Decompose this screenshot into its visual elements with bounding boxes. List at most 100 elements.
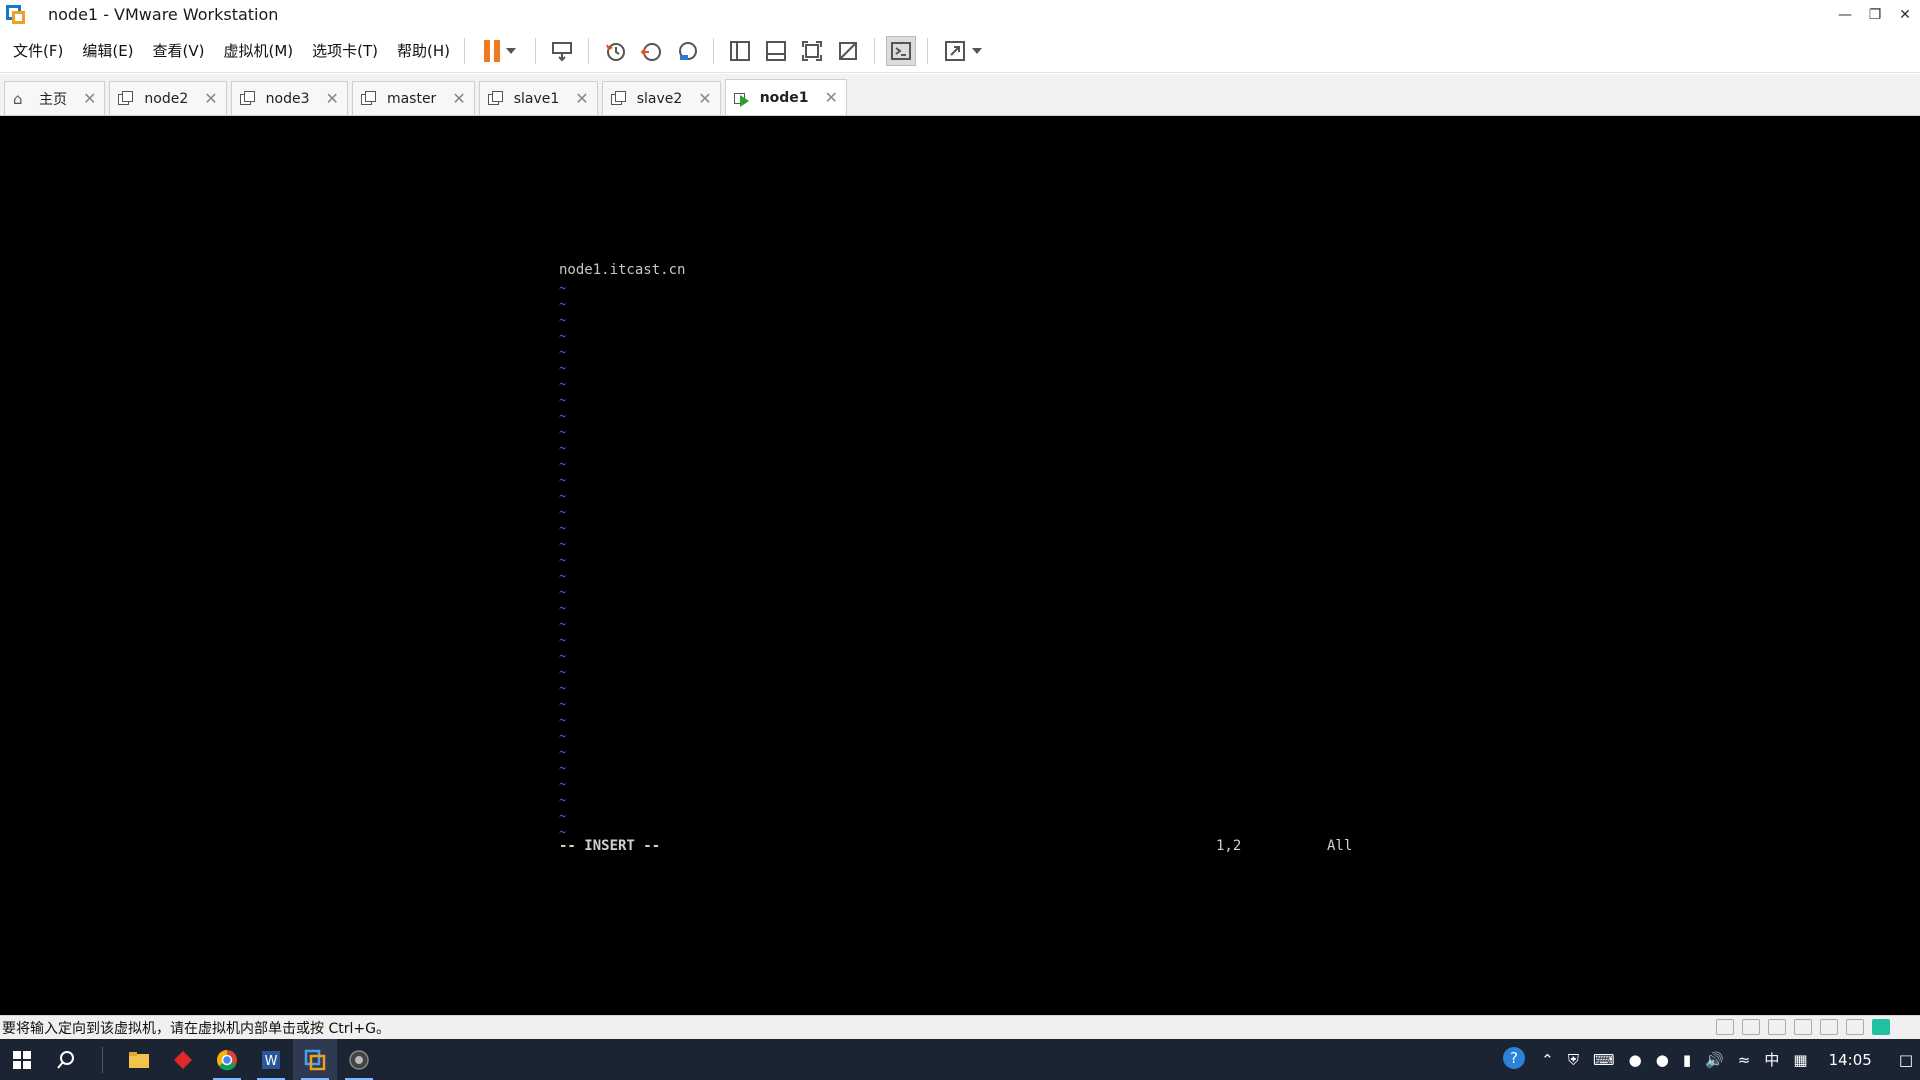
console-view-button[interactable] [886, 35, 917, 66]
vim-scroll-indicator: All [1327, 838, 1353, 854]
show-thumbnail-bar-button[interactable] [761, 36, 791, 66]
stretch-button[interactable] [939, 36, 987, 66]
svg-text:?: ? [1510, 1049, 1518, 1067]
chrome-icon [217, 1049, 237, 1070]
vm-icon [360, 90, 377, 107]
ime-mode-icon[interactable]: ▦ [1793, 1051, 1807, 1069]
wifi-icon[interactable]: ≈ [1738, 1051, 1751, 1069]
menu-tabs[interactable]: 选项卡(T) [312, 40, 378, 61]
close-tab-icon[interactable]: ✕ [575, 89, 588, 108]
hard-disk-icon[interactable] [1716, 1019, 1734, 1035]
tab-slave2[interactable]: slave2 ✕ [601, 81, 721, 115]
toolbar-separator [464, 37, 466, 64]
network-adapter-icon[interactable] [1768, 1019, 1786, 1035]
taskbar-vmware[interactable] [293, 1039, 337, 1080]
menu-toolbar: 文件(F) 编辑(E) 查看(V) 虚拟机(M) 选项卡(T) 帮助(H) [0, 29, 1920, 73]
library-layout-icon [730, 40, 751, 61]
taskbar-word[interactable]: W [249, 1039, 293, 1080]
vm-running-icon [733, 90, 750, 107]
tab-node2[interactable]: node2 ✕ [109, 81, 227, 115]
vm-tab-bar: ⌂ 主页 ✕ node2 ✕ node3 ✕ master ✕ slave1 ✕… [0, 74, 1920, 116]
sound-card-icon[interactable] [1820, 1019, 1838, 1035]
snapshot-button[interactable] [600, 36, 630, 66]
vim-tilde: ~ [559, 665, 567, 679]
help-icon[interactable]: ? [1501, 1045, 1527, 1075]
dark-circle-app-icon [349, 1049, 369, 1070]
tab-master[interactable]: master ✕ [351, 81, 475, 115]
window-title: node1 - VMware Workstation [48, 5, 279, 24]
vim-tilde: ~ [559, 681, 567, 695]
send-ctrl-alt-del-button[interactable] [547, 36, 577, 66]
menu-file[interactable]: 文件(F) [13, 40, 63, 61]
show-hidden-icons-icon[interactable]: ⌃ [1541, 1051, 1554, 1069]
printer-icon[interactable] [1794, 1019, 1812, 1035]
red-diamond-app-icon [174, 1050, 192, 1069]
title-bar: node1 - VMware Workstation — ❐ ✕ [0, 0, 1920, 29]
home-icon: ⌂ [13, 89, 23, 108]
ime-indicator[interactable]: 中 [1764, 1049, 1779, 1070]
qq-icon[interactable]: ● [1629, 1051, 1642, 1069]
menu-edit[interactable]: 编辑(E) [82, 40, 133, 61]
revert-snapshot-button[interactable] [636, 36, 666, 66]
status-bar: 要将输入定向到该虚拟机，请在虚拟机内部单击或按 Ctrl+G。 [0, 1015, 1920, 1039]
usb-icon[interactable] [1846, 1019, 1864, 1035]
windows-logo-icon [13, 1050, 31, 1069]
vim-tilde: ~ [559, 537, 567, 551]
close-tab-icon[interactable]: ✕ [825, 88, 838, 107]
full-screen-button[interactable] [797, 36, 827, 66]
vim-tilde: ~ [559, 633, 567, 647]
close-tab-icon[interactable]: ✕ [452, 89, 465, 108]
vim-tilde: ~ [559, 505, 567, 519]
notification-icon[interactable]: □ [1899, 1051, 1913, 1069]
minimize-button[interactable]: — [1830, 0, 1860, 29]
tab-home[interactable]: ⌂ 主页 ✕ [4, 81, 106, 115]
shield-icon[interactable]: ⛨ [1568, 1051, 1579, 1069]
battery-icon[interactable]: ▮ [1683, 1051, 1691, 1069]
snapshot-manager-button[interactable] [672, 36, 702, 66]
chevron-down-icon [506, 47, 517, 54]
vim-mode-indicator: -- INSERT -- [559, 838, 661, 854]
clock[interactable]: 14:05 [1829, 1051, 1872, 1069]
vim-tilde: ~ [559, 521, 567, 535]
restore-button[interactable]: ❐ [1860, 0, 1890, 29]
taskbar-app-dark[interactable] [337, 1039, 381, 1080]
svg-text:W: W [265, 1054, 278, 1069]
tab-node1[interactable]: node1 ✕ [724, 79, 847, 115]
vim-tilde: ~ [559, 809, 567, 823]
close-tab-icon[interactable]: ✕ [204, 89, 217, 108]
close-button[interactable]: ✕ [1890, 0, 1920, 29]
cd-rom-icon[interactable] [1742, 1019, 1760, 1035]
keyboard-icon[interactable]: ⌨ [1593, 1051, 1615, 1069]
qq-icon-2[interactable]: ● [1656, 1051, 1669, 1069]
close-tab-icon[interactable]: ✕ [698, 89, 711, 108]
tab-slave1[interactable]: slave1 ✕ [478, 81, 598, 115]
close-tab-icon[interactable]: ✕ [326, 89, 339, 108]
tab-label: slave2 [636, 90, 683, 107]
vim-tilde: ~ [559, 569, 567, 583]
vim-tilde: ~ [559, 345, 567, 359]
message-log-icon[interactable] [1872, 1019, 1890, 1035]
menu-help[interactable]: 帮助(H) [397, 40, 450, 61]
volume-icon[interactable]: 🔊 [1705, 1051, 1724, 1069]
vim-cursor-position: 1,2 [1216, 838, 1242, 854]
vim-tilde: ~ [559, 473, 567, 487]
start-button[interactable] [0, 1039, 44, 1080]
menu-vm[interactable]: 虚拟机(M) [224, 40, 294, 61]
search-button[interactable] [44, 1039, 88, 1080]
tab-label: slave1 [513, 90, 560, 107]
unity-button[interactable] [833, 36, 863, 66]
close-tab-icon[interactable]: ✕ [83, 89, 96, 108]
taskbar-file-explorer[interactable] [117, 1039, 161, 1080]
revert-snapshot-icon [640, 42, 662, 61]
vm-console-screen[interactable]: node1.itcast.cn ~ ~ ~ ~ ~ ~ ~ ~ ~ ~ ~ ~ ~ ~ ~ ~ ~ ~ ~ ~ ~ ~ ~ ~… [0, 116, 1920, 1015]
vim-tilde: ~ [559, 729, 567, 743]
tab-node3[interactable]: node3 ✕ [230, 81, 348, 115]
show-library-button[interactable] [725, 36, 755, 66]
vim-tilde: ~ [559, 697, 567, 711]
taskbar-chrome[interactable] [205, 1039, 249, 1080]
vim-tilde: ~ [559, 409, 567, 423]
taskbar-app-red[interactable] [161, 1039, 205, 1080]
vmware-icon [304, 1049, 326, 1070]
pause-button[interactable] [476, 36, 524, 66]
menu-view[interactable]: 查看(V) [153, 40, 205, 61]
